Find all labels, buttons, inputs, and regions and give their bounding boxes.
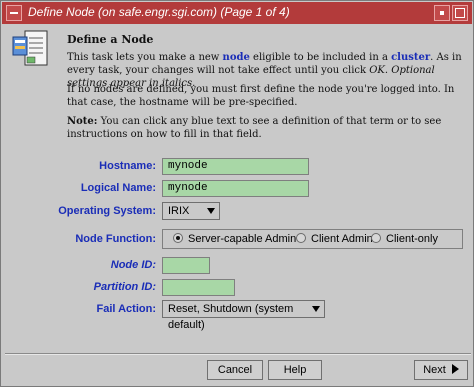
nodes-info-paragraph: If no nodes are defined, you must first … — [67, 84, 455, 108]
minimize-icon[interactable] — [434, 5, 450, 21]
next-button[interactable]: Next — [414, 360, 468, 380]
operating-system-label[interactable]: Operating System: — [58, 205, 156, 217]
fail-action-select[interactable]: Reset, Shutdown (system default) — [162, 300, 325, 331]
help-button[interactable]: Help — [268, 360, 322, 380]
window-title: Define Node (on safe.engr.sgi.com) (Page… — [28, 5, 290, 19]
radio-label: Client Admin — [311, 233, 373, 245]
node-link[interactable]: node — [223, 52, 250, 63]
radio-client-only[interactable]: Client-only — [371, 233, 438, 245]
hostname-label[interactable]: Hostname: — [99, 160, 156, 172]
logical-name-label[interactable]: Logical Name: — [81, 182, 156, 194]
operating-system-select[interactable]: IRIX — [162, 202, 220, 220]
partition-id-input[interactable] — [162, 279, 235, 296]
play-arrow-icon — [451, 364, 459, 374]
dropdown-arrow-icon — [207, 208, 215, 214]
note-label: Note: — [67, 116, 98, 127]
radio-label: Client-only — [386, 233, 438, 245]
node-function-label[interactable]: Node Function: — [75, 233, 156, 245]
logical-name-input[interactable]: mynode — [162, 180, 309, 197]
radio-client-admin[interactable]: Client Admin — [296, 233, 373, 245]
page-heading: Define a Node — [67, 33, 154, 46]
cluster-link[interactable]: cluster — [391, 52, 430, 63]
partition-id-label[interactable]: Partition ID: — [94, 281, 156, 293]
node-function-radio-group: Server-capable Admin Client Admin Client… — [162, 229, 463, 249]
operating-system-value: IRIX — [168, 205, 190, 217]
radio-unselected-icon — [371, 233, 381, 243]
radio-selected-icon — [173, 233, 183, 243]
intro-text-a: This task lets you make a new — [67, 52, 223, 63]
title-bar[interactable]: Define Node (on safe.engr.sgi.com) (Page… — [2, 2, 472, 24]
radio-label: Server-capable Admin — [188, 233, 297, 245]
task-document-icon — [12, 30, 48, 66]
radio-unselected-icon — [296, 233, 306, 243]
define-node-window: Define Node (on safe.engr.sgi.com) (Page… — [0, 0, 474, 387]
ok-emphasis: OK — [369, 65, 385, 76]
dropdown-arrow-icon — [312, 306, 320, 312]
fail-action-label[interactable]: Fail Action: — [97, 303, 156, 315]
radio-server-capable-admin[interactable]: Server-capable Admin — [173, 233, 296, 245]
intro-text-b: eligible to be included in a — [249, 52, 392, 63]
hostname-input[interactable]: mynode — [162, 158, 309, 175]
cancel-button[interactable]: Cancel — [207, 360, 263, 380]
note-paragraph: Note: You can click any blue text to see… — [67, 115, 467, 141]
fail-action-value: Reset, Shutdown (system default) — [168, 303, 294, 331]
note-text: You can click any blue text to see a def… — [67, 116, 442, 140]
node-id-input[interactable] — [162, 257, 210, 274]
node-id-label[interactable]: Node ID: — [111, 259, 156, 271]
next-label: Next — [423, 364, 446, 376]
maximize-icon[interactable] — [452, 5, 468, 21]
footer-divider — [5, 353, 471, 355]
window-menu-icon[interactable] — [6, 5, 22, 21]
